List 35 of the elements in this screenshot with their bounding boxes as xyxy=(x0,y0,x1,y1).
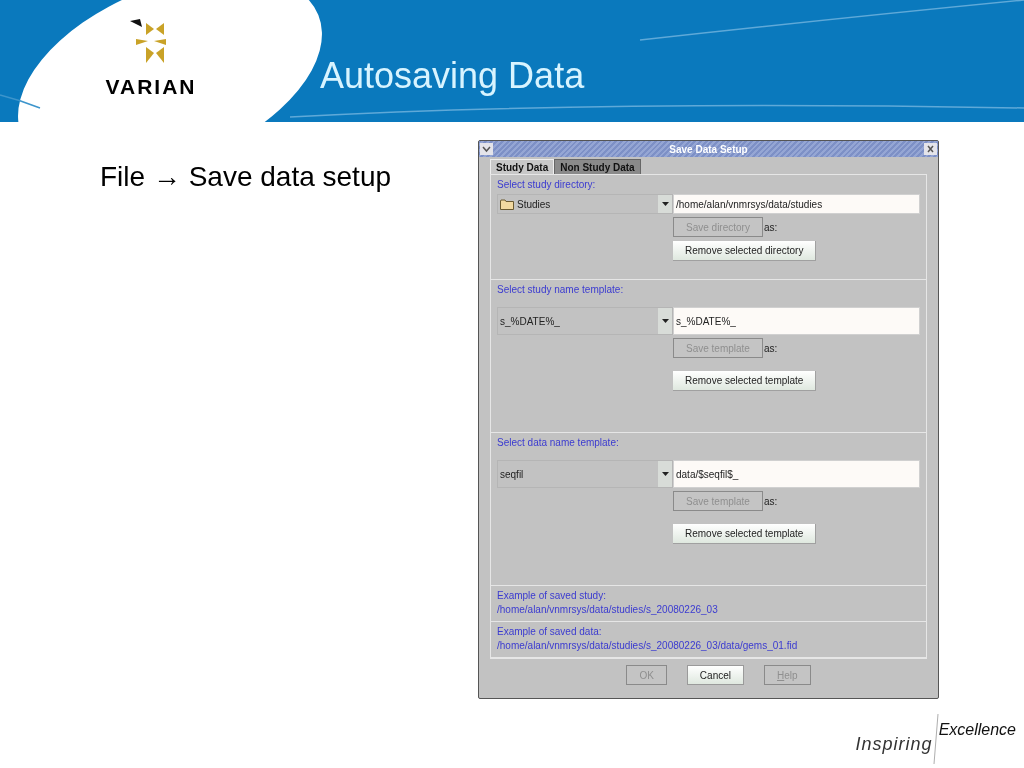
combo-box[interactable]: Studies xyxy=(497,194,673,214)
window-menu-icon[interactable] xyxy=(480,143,493,155)
text-field[interactable]: data/$seqfil$_ xyxy=(673,460,920,488)
logo-wordmark: VARIAN xyxy=(105,74,197,101)
example-path: /home/alan/vnmrsys/data/studies/s_20080226_03 xyxy=(497,603,719,617)
tagline-second: Excellence xyxy=(938,720,1016,740)
slash-mark-icon xyxy=(932,714,939,764)
section-label: Select study directory: xyxy=(497,178,597,192)
section-label: Select data name template: xyxy=(497,436,620,450)
folder-icon xyxy=(500,198,514,210)
combo-box[interactable]: s_%DATE%_ xyxy=(497,307,673,335)
window-title: Save Data Setup xyxy=(668,142,749,157)
combo-box[interactable]: seqfil xyxy=(497,460,673,488)
example-label: Example of saved study: xyxy=(497,589,607,603)
as-label: as: xyxy=(763,341,778,356)
example-path: /home/alan/vnmrsys/data/studies/s_20080226_03/data/gems_01.fid xyxy=(497,639,799,653)
combo-value: s_%DATE%_ xyxy=(500,314,560,329)
slide-heading: File → Save data setup xyxy=(100,161,392,192)
section-label: Select study name template: xyxy=(497,283,625,297)
text-field[interactable]: s_%DATE%_ xyxy=(673,307,920,335)
tab[interactable]: Non Study Data xyxy=(554,159,641,174)
tagline-first: Inspiring xyxy=(855,733,933,756)
slide-title: Autosaving Data xyxy=(320,54,585,98)
combo-value: seqfil xyxy=(500,467,524,482)
example-label: Example of saved data: xyxy=(497,625,603,639)
dialog-button[interactable]: Cancel xyxy=(686,665,744,685)
remove-button[interactable]: Remove selected template xyxy=(673,371,817,391)
as-label: as: xyxy=(763,494,778,509)
combo-value: Studies xyxy=(517,197,551,212)
tab[interactable]: Study Data xyxy=(490,159,555,174)
text-field[interactable]: /home/alan/vnmrsys/data/studies xyxy=(673,194,920,214)
remove-button[interactable]: Remove selected directory xyxy=(673,241,817,261)
as-label: as: xyxy=(763,220,778,235)
remove-button[interactable]: Remove selected template xyxy=(673,524,817,544)
close-icon[interactable] xyxy=(924,143,937,155)
